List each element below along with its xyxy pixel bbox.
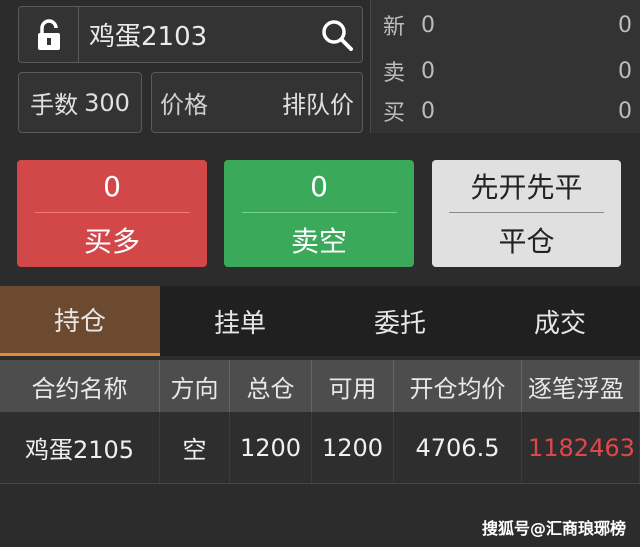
header-available: 可用 [312, 360, 394, 412]
cell-available: 1200 [312, 412, 394, 483]
header-avg-price: 开仓均价 [394, 360, 522, 412]
contract-selector[interactable]: 鸡蛋2103 [18, 6, 363, 63]
cell-direction: 空 [160, 412, 230, 483]
tab-orders[interactable]: 委托 [320, 286, 480, 356]
sell-short-button[interactable]: 0 卖空 [224, 160, 414, 267]
buy-long-button[interactable]: 0 买多 [17, 160, 207, 267]
close-position-button[interactable]: 先开先平 平仓 [432, 160, 621, 267]
cell-float-pnl: 1182463 [522, 412, 640, 483]
cell-avg-price: 4706.5 [394, 412, 522, 483]
tab-positions[interactable]: 持仓 [0, 286, 160, 356]
sell-short-count: 0 [310, 169, 328, 203]
contract-name[interactable]: 鸡蛋2103 [79, 16, 312, 53]
quantity-label: 手数 [30, 91, 79, 119]
header-direction: 方向 [160, 360, 230, 412]
header-contract: 合约名称 [0, 360, 160, 412]
price-label: 价格 [160, 91, 208, 119]
search-icon[interactable] [312, 7, 362, 62]
tab-trades[interactable]: 成交 [480, 286, 640, 356]
watermark: 搜狐号@汇商琅琊榜 [481, 519, 626, 538]
table-row[interactable]: 鸡蛋2105 空 1200 1200 4706.5 1182463 [0, 412, 640, 484]
quantity-field[interactable]: 手数 300 [18, 72, 142, 133]
quote-panel: 新 0 0 卖 0 0 买 0 0 [370, 0, 640, 133]
buy-long-label: 买多 [83, 225, 140, 258]
table-header: 合约名称 方向 总仓 可用 开仓均价 逐笔浮盈 [0, 360, 640, 412]
price-field[interactable]: 价格 排队价 [151, 72, 363, 133]
tab-pending[interactable]: 挂单 [160, 286, 320, 356]
unlock-icon[interactable] [19, 7, 79, 62]
price-mode: 排队价 [282, 91, 354, 119]
sell-short-label: 卖空 [290, 225, 347, 258]
close-label: 平仓 [498, 225, 555, 258]
tab-bar: 持仓 挂单 委托 成交 [0, 286, 640, 356]
quote-row-latest: 新 0 0 [383, 12, 632, 41]
quantity-value: 300 [84, 88, 130, 117]
header-total: 总仓 [230, 360, 312, 412]
header-float-pnl: 逐笔浮盈 [522, 360, 640, 412]
quote-row-ask: 卖 0 0 [383, 58, 632, 87]
buy-long-count: 0 [103, 169, 121, 203]
cell-total: 1200 [230, 412, 312, 483]
quote-row-bid: 买 0 0 [383, 98, 632, 127]
close-mode[interactable]: 先开先平 [432, 160, 621, 212]
cell-contract: 鸡蛋2105 [0, 412, 160, 483]
